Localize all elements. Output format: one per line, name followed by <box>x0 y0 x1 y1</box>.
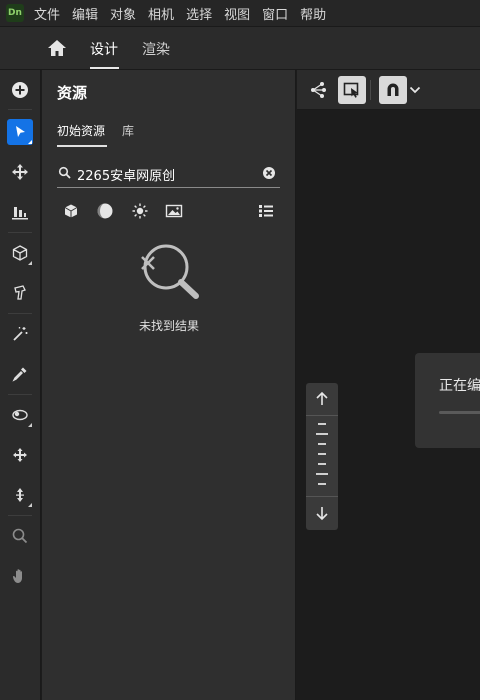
menu-window[interactable]: 窗口 <box>260 4 290 23</box>
subtab-starter-assets[interactable]: 初始资源 <box>57 122 105 139</box>
material-filter-button[interactable] <box>94 200 116 222</box>
hand-tool[interactable] <box>7 563 33 589</box>
zoom-tool[interactable] <box>7 523 33 549</box>
tool-bar <box>0 70 41 700</box>
progress-dialog: 正在编 <box>415 353 480 448</box>
magnet-icon <box>387 83 399 96</box>
menu-select[interactable]: 选择 <box>184 4 214 23</box>
model-filter-button[interactable] <box>60 200 82 222</box>
scene-graph-button[interactable] <box>304 76 332 104</box>
list-view-icon <box>259 205 273 217</box>
dolly-icon <box>16 488 24 502</box>
model-filter-icon <box>64 204 78 218</box>
assets-panel: 资源 初始资源 库 2265安卓网原创 未找到结果 <box>42 70 296 700</box>
chevron-down-icon[interactable] <box>409 85 421 95</box>
active-tab-indicator <box>90 67 119 69</box>
menu-file[interactable]: 文件 <box>32 4 62 23</box>
light-filter-button[interactable] <box>129 200 151 222</box>
magic-wand-icon <box>13 327 28 341</box>
model-tool[interactable] <box>7 280 33 306</box>
menu-camera[interactable]: 相机 <box>146 4 176 23</box>
add-icon <box>12 82 28 98</box>
app-logo: Dn <box>6 4 24 22</box>
toolbar-divider <box>8 232 32 233</box>
tab-design[interactable]: 设计 <box>90 39 118 59</box>
zoom-control <box>306 383 338 530</box>
select-icon <box>16 126 25 137</box>
toolbar-divider <box>8 313 32 314</box>
arrow-down-icon <box>316 507 328 521</box>
orbit-tool[interactable] <box>7 402 33 428</box>
toolbar-divider <box>8 109 32 110</box>
model-icon <box>14 285 26 300</box>
place-on-surface-button[interactable] <box>338 76 366 104</box>
snap-button[interactable] <box>379 76 407 104</box>
magic-wand-tool[interactable] <box>7 321 33 347</box>
toolbar-divider <box>8 515 32 516</box>
arrow-up-icon <box>316 391 328 405</box>
search-box <box>57 160 280 188</box>
scene-nodes-icon <box>311 82 326 98</box>
menu-bar: Dn 文件 编辑 对象 相机 选择 视图 窗口 帮助 <box>0 0 480 27</box>
pan-icon <box>13 448 27 462</box>
zoom-out-button[interactable] <box>306 498 338 528</box>
toolbar-divider <box>370 80 371 100</box>
move-icon <box>12 164 28 180</box>
primitive-cube-icon <box>12 245 28 261</box>
place-image-icon <box>343 82 359 98</box>
hand-icon <box>12 569 22 583</box>
active-subtab-indicator <box>57 145 107 147</box>
zoom-in-button[interactable] <box>306 384 338 414</box>
material-filter-icon <box>97 203 113 219</box>
menu-view[interactable]: 视图 <box>222 4 252 23</box>
canvas-toolbar <box>297 70 480 110</box>
panel-title: 资源 <box>57 84 88 102</box>
list-view-button[interactable] <box>255 200 277 222</box>
no-results-text: 未找到结果 <box>138 319 199 333</box>
menu-object[interactable]: 对象 <box>108 4 138 23</box>
eyedropper-tool[interactable] <box>7 361 33 387</box>
align-tool[interactable] <box>7 199 33 225</box>
no-results-illustration-icon <box>141 244 199 299</box>
move-tool[interactable] <box>7 159 33 185</box>
light-filter-icon <box>132 203 148 219</box>
tab-render[interactable]: 渲染 <box>142 39 170 59</box>
menu-help[interactable]: 帮助 <box>298 4 328 23</box>
menu-edit[interactable]: 编辑 <box>70 4 100 23</box>
primitives-tool[interactable] <box>7 240 33 266</box>
clear-search-icon[interactable] <box>262 166 276 180</box>
search-icon <box>58 166 71 179</box>
workspace-tab-bar: 设计 渲染 <box>0 27 480 70</box>
image-filter-icon <box>165 204 183 218</box>
add-button[interactable] <box>7 77 33 103</box>
dolly-tool[interactable] <box>7 482 33 508</box>
progress-bar <box>439 411 480 414</box>
zoom-icon <box>12 528 28 544</box>
pan-tool[interactable] <box>7 442 33 468</box>
image-filter-button[interactable] <box>163 200 185 222</box>
home-icon[interactable] <box>46 38 68 58</box>
zoom-slider-track[interactable] <box>306 416 338 496</box>
select-tool[interactable] <box>7 119 33 145</box>
search-input[interactable] <box>77 164 257 184</box>
eyedropper-icon <box>12 367 27 382</box>
toolbar-divider <box>8 394 32 395</box>
progress-message: 正在编 <box>439 378 480 394</box>
align-to-ground-icon <box>12 207 28 220</box>
subtab-library[interactable]: 库 <box>122 122 134 139</box>
orbit-icon <box>12 409 28 421</box>
